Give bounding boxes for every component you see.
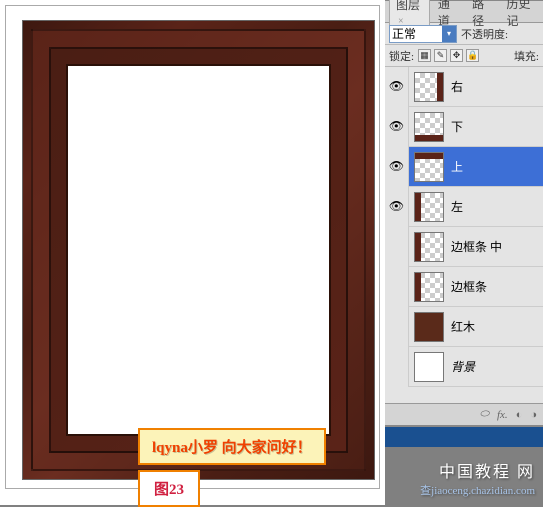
watermark: 中国教程 网 查jiaoceng.chazidian.com [333,450,543,505]
lock-icons: ▦ ✎ ✥ 🔒 [418,49,479,62]
picture-frame: lqyna小罗 向大家问好！ 图23 [22,20,375,480]
eye-icon: 👁 [389,159,404,174]
layer-name: 背景 [449,358,543,375]
watermark-title: 中国教程 网 [439,458,535,482]
lock-transparency-icon[interactable]: ▦ [418,49,431,62]
layer-name: 上 [449,158,543,175]
layer-row-redwood[interactable]: 红木 [385,307,543,347]
caption-box-1: lqyna小罗 向大家问好！ [138,428,326,465]
fx-icon[interactable]: fx. [497,409,508,421]
layer-name: 右 [449,78,543,95]
layer-thumbnail[interactable] [414,232,444,262]
layer-name: 边框条 [449,278,543,295]
opacity-label: 不透明度: [461,26,508,42]
layer-thumbnail[interactable] [414,112,444,142]
visibility-toggle[interactable] [385,227,409,267]
layer-row-left[interactable]: 👁 左 [385,187,543,227]
chevron-down-icon: ▾ [442,26,456,42]
link-icon[interactable]: ⬭ [480,408,489,421]
lock-all-icon[interactable]: 🔒 [466,49,479,62]
layer-row-right[interactable]: 👁 右 [385,67,543,107]
panel-bottom-bar: ⬭ fx. ◐ ◑ [385,403,543,425]
canvas-workspace[interactable]: lqyna小罗 向大家问好！ 图23 [5,5,380,489]
layers-panel: 图层× 通道 路径 历史记 正常 ▾ 不透明度: 锁定: ▦ ✎ ✥ 🔒 填充:… [385,0,543,425]
panel-tabs: 图层× 通道 路径 历史记 [385,1,543,23]
layer-name: 下 [449,118,543,135]
lock-brush-icon[interactable]: ✎ [434,49,447,62]
blend-mode-select[interactable]: 正常 ▾ [389,25,457,43]
adjustment-icon[interactable]: ◑ [530,409,537,421]
layer-row-border[interactable]: 边框条 [385,267,543,307]
layer-thumbnail[interactable] [414,192,444,222]
visibility-toggle[interactable]: 👁 [385,67,409,107]
visibility-toggle[interactable] [385,307,409,347]
visibility-toggle[interactable]: 👁 [385,187,409,227]
visibility-toggle[interactable] [385,267,409,307]
status-bar [385,425,543,447]
layer-row-background[interactable]: 背景 [385,347,543,387]
caption-text-1: lqyna小罗 向大家问好！ [152,440,312,456]
eye-icon: 👁 [389,79,404,94]
lock-move-icon[interactable]: ✥ [450,49,463,62]
canvas-area: lqyna小罗 向大家问好！ 图23 [0,0,385,505]
caption-box-2: 图23 [138,470,200,507]
lock-fill-row: 锁定: ▦ ✎ ✥ 🔒 填充: [385,45,543,67]
layer-row-top[interactable]: 👁 上 [385,147,543,187]
fill-label: 填充: [514,48,539,64]
layer-thumbnail[interactable] [414,152,444,182]
eye-icon: 👁 [389,119,404,134]
watermark-url: 查jiaoceng.chazidian.com [420,482,535,498]
layer-name: 左 [449,198,543,215]
mask-icon[interactable]: ◐ [516,409,523,421]
layer-row-bottom[interactable]: 👁 下 [385,107,543,147]
layer-thumbnail[interactable] [414,272,444,302]
layer-thumbnail[interactable] [414,72,444,102]
lock-label: 锁定: [389,48,414,64]
blend-mode-value: 正常 [392,25,416,42]
visibility-toggle[interactable]: 👁 [385,107,409,147]
eye-icon: 👁 [389,199,404,214]
layer-row-border-mid[interactable]: 边框条 中 [385,227,543,267]
layer-name: 边框条 中 [449,238,543,255]
layer-thumbnail[interactable] [414,312,444,342]
layer-name: 红木 [449,318,543,335]
layer-thumbnail[interactable] [414,352,444,382]
visibility-toggle[interactable] [385,347,409,387]
layers-list: 👁 右 👁 下 👁 上 👁 左 边框条 中 边框条 [385,67,543,387]
visibility-toggle[interactable]: 👁 [385,147,409,187]
frame-inner-white: lqyna小罗 向大家问好！ 图23 [66,64,331,436]
caption-text-2: 图23 [154,482,184,498]
